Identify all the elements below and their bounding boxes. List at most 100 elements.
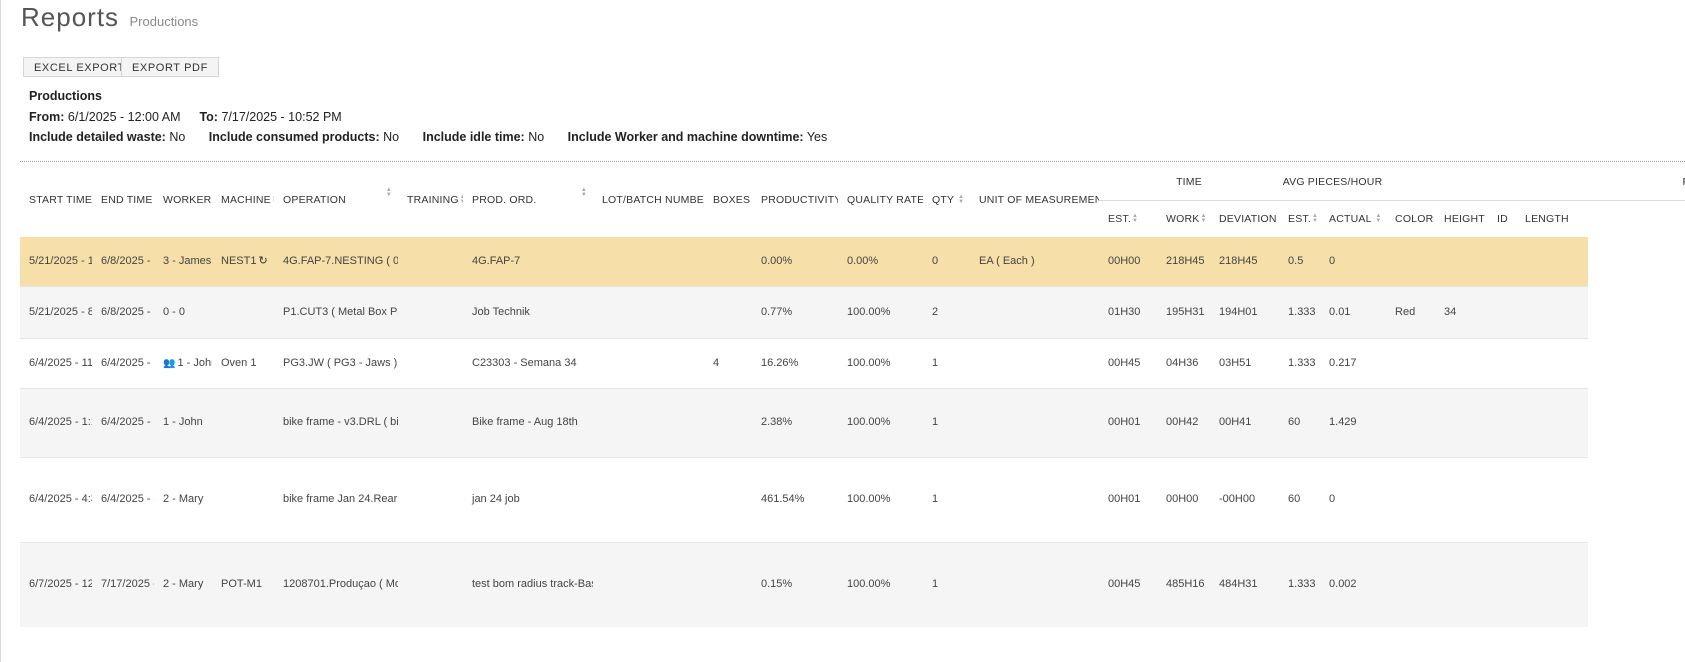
table-row[interactable]: 6/7/2025 - 12:12 PM 7/17/2025 - 5:29 PM … <box>20 542 1685 627</box>
cell-end: 6/4/2025 - 3:53 PM <box>92 338 154 389</box>
table-row[interactable]: 5/21/2025 - 12:30 PM 6/8/2025 - 3:27 PM … <box>20 237 1685 287</box>
col-machine[interactable]: MACHINE▲▼ <box>212 162 274 237</box>
col-qty[interactable]: QTY ▲ ▼ <box>923 162 970 237</box>
cell-length <box>1516 388 1589 458</box>
cell-start: 6/4/2025 - 4:33 PM <box>20 457 92 543</box>
refresh-icon[interactable]: ↻ <box>258 255 267 267</box>
cell-time-work: 195H31 <box>1157 286 1210 339</box>
cell-color <box>1386 237 1436 287</box>
cell-height <box>1435 388 1489 458</box>
sort-icon[interactable]: ▲▼ <box>1312 213 1318 224</box>
col-length[interactable]: LENGTH <box>1516 201 1588 237</box>
cell-time-est: 01H30 <box>1099 286 1157 339</box>
downtime-label: Include Worker and machine downtime: <box>567 130 804 144</box>
col-time-deviation[interactable]: DEVIATION <box>1210 201 1279 237</box>
cell-operation: 4G.FAP-7.NESTING ( 040 - Nesting ) <box>274 237 398 287</box>
cell-productivity: 461.54% <box>752 457 838 543</box>
cell-end: 6/8/2025 - 9:11 AM <box>92 286 154 339</box>
cell-time-est: 00H01 <box>1099 388 1157 458</box>
cell-time-est: 00H45 <box>1099 542 1157 627</box>
col-group-avg-pieces-hour: AVG PIECES/HOUR <box>1279 162 1387 201</box>
col-quality-rate[interactable]: QUALITY RATE▲▼ <box>838 162 923 237</box>
cell-start: 5/21/2025 - 8:04 PM <box>20 286 92 339</box>
cell-productivity: 16.26% <box>752 338 838 389</box>
sort-icon[interactable]: ▲▼ <box>386 187 392 198</box>
cell-length <box>1516 542 1589 627</box>
cell-prod-ord: test bom radius track-Base Cabinet Body <box>463 542 593 627</box>
sort-icon[interactable]: ▲▼ <box>1200 213 1206 224</box>
col-height[interactable]: HEIGHT <box>1435 201 1488 237</box>
cell-uom <box>970 286 1099 339</box>
cell-color <box>1386 542 1436 627</box>
col-boxes[interactable]: BOXES▲▼ <box>704 162 752 237</box>
cell-productivity: 0.15% <box>752 542 838 627</box>
cell-training <box>398 237 463 287</box>
cell-lot <box>593 286 704 339</box>
table-row[interactable]: 6/4/2025 - 11:17 AM 6/4/2025 - 3:53 PM 👥… <box>20 338 1685 389</box>
excel-export-button[interactable]: EXCEL EXPORT <box>23 57 136 77</box>
col-unit-of-measurement[interactable]: UNIT OF MEASUREMENT▲▼ <box>970 162 1099 237</box>
export-pdf-button[interactable]: EXPORT PDF <box>121 57 219 77</box>
col-training[interactable]: TRAINING▲ ▼ <box>398 162 463 237</box>
cell-id <box>1488 542 1517 627</box>
cell-machine: POT-M1 <box>212 542 274 627</box>
cell-training <box>398 286 463 339</box>
cell-lot <box>593 388 704 458</box>
cell-worker: 2 - Mary <box>154 542 212 627</box>
from-label: From: <box>29 110 65 124</box>
cell-start: 6/4/2025 - 1:13 PM <box>20 388 92 458</box>
col-time-work[interactable]: WORK▲ ▼ <box>1157 201 1210 237</box>
cell-qty: 1 <box>923 388 970 458</box>
cell-height <box>1435 237 1489 287</box>
from-value: 6/1/2025 - 12:00 AM <box>67 110 181 124</box>
cell-end: 7/17/2025 - 5:29 PM <box>92 542 154 627</box>
table-row[interactable]: 5/21/2025 - 8:04 PM 6/8/2025 - 9:11 AM 0… <box>20 286 1685 339</box>
col-end-time[interactable]: END TIME▲▼ <box>92 162 154 237</box>
cell-avg-actual: 1.429 <box>1320 388 1387 458</box>
col-avg-est[interactable]: EST.▲ ▼ <box>1279 201 1320 237</box>
col-operation[interactable]: OPERATION ▲ ▼ <box>274 162 398 237</box>
cell-machine: NEST1 ↻ <box>212 237 274 287</box>
cell-start: 5/21/2025 - 12:30 PM <box>20 237 92 287</box>
cell-id <box>1488 457 1517 543</box>
cell-productivity: 0.77% <box>752 286 838 339</box>
sort-icon[interactable]: ▲▼ <box>958 194 964 205</box>
sort-icon[interactable]: ▲▼ <box>581 187 587 198</box>
cell-time-work: 218H45 <box>1157 237 1210 287</box>
cell-productivity: 2.38% <box>752 388 838 458</box>
table-row[interactable]: 6/4/2025 - 1:13 PM 6/4/2025 - 1:55 PM 1 … <box>20 388 1685 458</box>
col-prod-ord[interactable]: PROD. ORD. ▲ ▼ <box>463 162 593 237</box>
cell-avg-actual: 0 <box>1320 457 1387 543</box>
cell-uom <box>970 542 1099 627</box>
cell-boxes <box>704 237 752 287</box>
sort-icon[interactable]: ▲▼ <box>1132 213 1138 224</box>
cell-end: 6/4/2025 - 1:55 PM <box>92 388 154 458</box>
cell-time-dev: -00H00 <box>1210 457 1280 543</box>
cell-height <box>1435 457 1489 543</box>
col-color[interactable]: COLOR <box>1386 201 1435 237</box>
cell-height <box>1435 338 1489 389</box>
col-lot-batch[interactable]: LOT/BATCH NUMBER▲▼ <box>593 162 704 237</box>
cell-length <box>1516 237 1589 287</box>
page-title: Reports <box>21 2 120 32</box>
downtime-value: Yes <box>806 130 828 144</box>
cell-boxes <box>704 286 752 339</box>
col-worker[interactable]: WORKER▲▼ <box>154 162 212 237</box>
to-label: To: <box>199 110 218 124</box>
cell-boxes <box>704 388 752 458</box>
sort-icon[interactable]: ▲▼ <box>1375 213 1381 224</box>
col-start-time[interactable]: START TIME▲ <box>20 162 92 237</box>
col-id[interactable]: ID <box>1488 201 1516 237</box>
cell-machine <box>212 286 274 339</box>
cell-productivity: 0.00% <box>752 237 838 287</box>
cell-time-work: 04H36 <box>1157 338 1210 389</box>
waste-value: No <box>169 130 186 144</box>
table-row[interactable]: 6/4/2025 - 4:33 PM 6/4/2025 - 4:33 PM 2 … <box>20 457 1685 543</box>
cell-id <box>1488 338 1517 389</box>
col-productivity[interactable]: PRODUCTIVITY▲▼ <box>752 162 838 237</box>
col-time-est[interactable]: EST.▲ ▼ <box>1099 201 1157 237</box>
cell-id <box>1488 237 1517 287</box>
col-avg-actual[interactable]: ACTUAL ▲ ▼ <box>1320 201 1386 237</box>
cell-avg-actual: 0.01 <box>1320 286 1387 339</box>
cell-boxes: 4 <box>704 338 752 389</box>
